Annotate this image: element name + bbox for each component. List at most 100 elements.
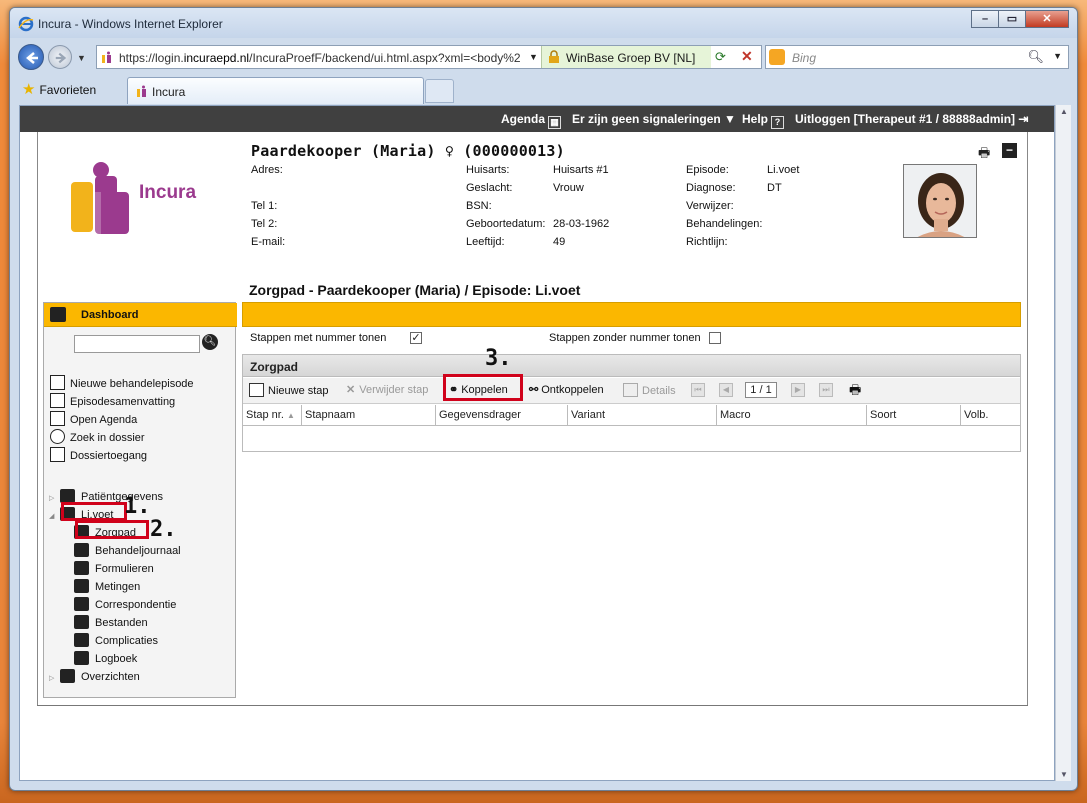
- address-dropdown[interactable]: ▼: [529, 52, 538, 62]
- tree-formulieren[interactable]: Formulieren: [74, 561, 154, 575]
- collapse-icon[interactable]: −: [1002, 143, 1017, 158]
- list-icon: [50, 393, 65, 408]
- search-icon[interactable]: 🔍︎: [1027, 49, 1044, 65]
- logout-icon: ⇥: [1018, 112, 1029, 126]
- unlink-button[interactable]: ⚯ Ontkoppelen: [529, 383, 604, 396]
- tab-incura[interactable]: Incura: [127, 77, 424, 104]
- calendar-icon: [50, 411, 65, 426]
- expand-icon[interactable]: ▷: [49, 674, 57, 682]
- chevron-down-icon: ▼: [724, 112, 736, 126]
- stop-icon[interactable]: ✕: [741, 48, 759, 64]
- new-tab-button[interactable]: [425, 79, 454, 103]
- first-page-icon[interactable]: ⏮: [691, 383, 705, 397]
- collapse-icon[interactable]: ◢: [49, 512, 57, 520]
- grid-columns: Stap nr. ▲ Stapnaam Gegevensdrager Varia…: [243, 405, 1020, 426]
- col-complete[interactable]: Volb.: [961, 405, 1020, 426]
- page-indicator[interactable]: 1 / 1: [745, 382, 777, 398]
- without-number-checkbox[interactable]: [709, 332, 721, 344]
- url-text[interactable]: https://login.incuraepd.nl/IncuraProefF/…: [119, 51, 525, 65]
- search-dropdown[interactable]: ▼: [1053, 51, 1062, 61]
- search-box[interactable]: Bing 🔍︎ ▼: [765, 45, 1069, 69]
- tree-metingen[interactable]: Metingen: [74, 579, 140, 593]
- tree-overzichten[interactable]: ▷ Overzichten: [49, 669, 140, 683]
- tree-logboek[interactable]: Logboek: [74, 651, 137, 665]
- home-icon: [50, 307, 66, 322]
- tree-correspondentie[interactable]: Correspondentie: [74, 597, 176, 611]
- address-bar[interactable]: https://login.incuraepd.nl/IncuraProefF/…: [96, 45, 762, 69]
- prev-page-icon[interactable]: ◀: [719, 383, 733, 397]
- close-button[interactable]: ✕: [1025, 10, 1069, 28]
- incura-favicon-icon: [137, 85, 146, 97]
- forward-button[interactable]: [48, 45, 72, 69]
- vertical-scrollbar[interactable]: ▲ ▼: [1055, 105, 1071, 781]
- page-viewport: Agenda ▦ Er zijn geen signaleringen ▼ Hel…: [19, 105, 1055, 781]
- menu-new-episode[interactable]: Nieuwe behandelepisode: [50, 375, 194, 390]
- tab-label: Incura: [152, 85, 186, 99]
- favorites-button[interactable]: ★ Favorieten: [22, 80, 96, 98]
- annotation-box-1: [61, 502, 127, 521]
- journal-icon: [74, 543, 89, 557]
- scroll-down-icon[interactable]: ▼: [1060, 770, 1068, 779]
- tree-bestanden[interactable]: Bestanden: [74, 615, 148, 629]
- ie-logo-icon: [18, 16, 34, 32]
- next-page-icon[interactable]: ▶: [791, 383, 805, 397]
- print-icon[interactable]: 🖶: [978, 144, 990, 166]
- calendar-plus-icon: [50, 375, 65, 390]
- recent-pages-dropdown[interactable]: ▼: [77, 53, 86, 63]
- col-variant[interactable]: Variant: [568, 405, 717, 426]
- agenda-link[interactable]: Agenda ▦: [501, 112, 562, 129]
- col-data-carrier[interactable]: Gegevensdrager: [436, 405, 568, 426]
- menu-file-access[interactable]: Dossiertoegang: [50, 447, 147, 462]
- option-without-number-label: Stappen zonder nummer tonen: [549, 332, 701, 344]
- menu-open-agenda[interactable]: Open Agenda: [50, 411, 137, 426]
- signals-dropdown[interactable]: Er zijn geen signaleringen ▼: [572, 112, 736, 126]
- col-step-nr[interactable]: Stap nr. ▲: [243, 405, 302, 426]
- maximize-button[interactable]: ▭: [998, 10, 1026, 28]
- sort-asc-icon: ▲: [286, 411, 295, 420]
- value-leeftijd: 49: [553, 236, 566, 248]
- expand-icon[interactable]: ▷: [49, 494, 57, 502]
- label-diagnose: Diagnose:: [686, 182, 736, 194]
- menu-episode-summary[interactable]: Episodesamenvatting: [50, 393, 175, 408]
- refresh-icon[interactable]: ⟳: [715, 49, 733, 65]
- search-icon[interactable]: 🔍︎: [202, 334, 218, 350]
- dashboard-button[interactable]: Dashboard: [44, 303, 237, 327]
- minimize-button[interactable]: –: [971, 10, 999, 28]
- details-icon: [623, 383, 638, 397]
- app-top-bar: Agenda ▦ Er zijn geen signaleringen ▼ Hel…: [20, 106, 1054, 132]
- col-stepname[interactable]: Stapnaam: [302, 405, 436, 426]
- col-macro[interactable]: Macro: [717, 405, 867, 426]
- tree-behandeljournaal[interactable]: Behandeljournaal: [74, 543, 181, 557]
- label-richtlijn: Richtlijn:: [686, 236, 728, 248]
- details-button[interactable]: Details: [623, 383, 676, 397]
- page-bottom-border: [37, 705, 1028, 706]
- value-huisarts: Huisarts #1: [553, 164, 609, 176]
- tree-complicaties[interactable]: Complicaties: [74, 633, 158, 647]
- scroll-up-icon[interactable]: ▲: [1060, 107, 1068, 116]
- security-report[interactable]: WinBase Groep BV [NL]: [541, 46, 711, 68]
- back-button[interactable]: [18, 44, 44, 70]
- label-geslacht: Geslacht:: [466, 182, 513, 194]
- annotation-box-3: [443, 374, 523, 401]
- value-geboortedatum: 28-03-1962: [553, 218, 610, 230]
- sidebar-search-input[interactable]: [74, 335, 200, 353]
- new-step-button[interactable]: Nieuwe stap: [249, 383, 329, 397]
- logout-link[interactable]: Uitloggen [Therapeut #1 / 88888admin] ⇥: [795, 112, 1028, 126]
- help-link[interactable]: Help?: [742, 112, 785, 129]
- section-title: Zorgpad - Paardekooper (Maria) / Episode…: [249, 282, 581, 298]
- print-icon[interactable]: 🖶: [849, 381, 861, 403]
- col-type[interactable]: Soort: [867, 405, 961, 426]
- annotation-number-2: 2.: [150, 517, 177, 542]
- last-page-icon[interactable]: ⏭: [819, 383, 833, 397]
- menu-search-file[interactable]: Zoek in dossier: [50, 429, 145, 444]
- label-email: E-mail:: [251, 236, 286, 248]
- brand-name: Incura: [139, 182, 197, 203]
- window-title: Incura - Windows Internet Explorer: [38, 17, 223, 31]
- dashboard-label: Dashboard: [81, 309, 139, 321]
- with-number-checkbox[interactable]: ✓: [410, 332, 422, 344]
- folder-icon: [74, 615, 89, 629]
- grid-toolbar: Nieuwe stap ✕ Verwijder stap ⚭ Koppelen ⚯ O…: [243, 378, 1020, 404]
- value-episode: Li.voet: [767, 164, 800, 176]
- delete-step-button[interactable]: ✕ Verwijder stap: [346, 383, 428, 396]
- folder-icon: [74, 597, 89, 611]
